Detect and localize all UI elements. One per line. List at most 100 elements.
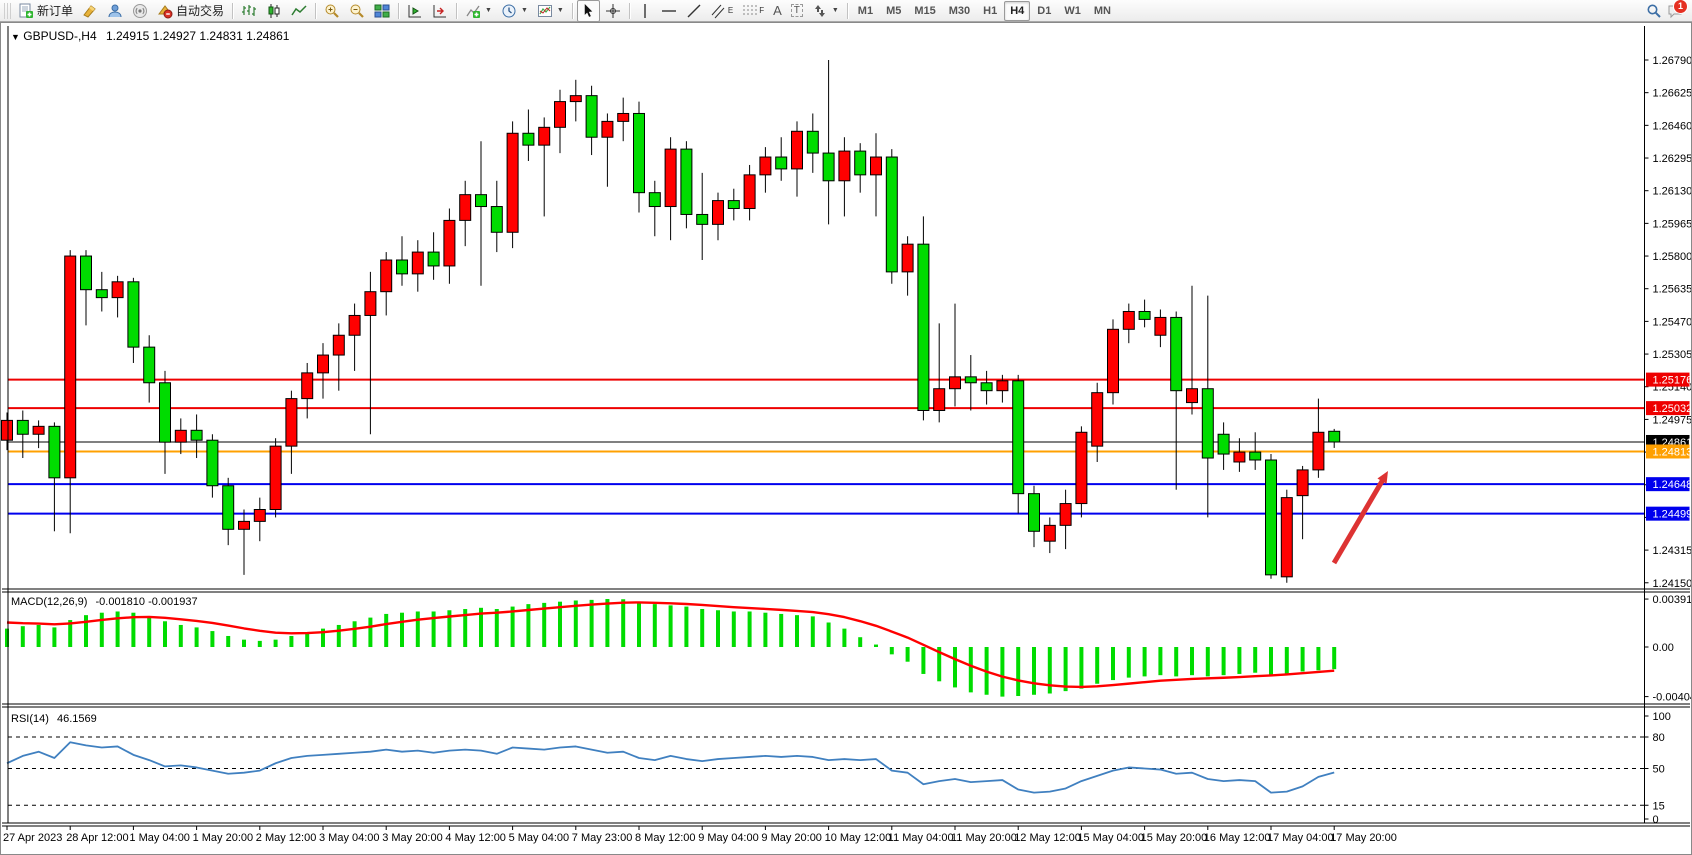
chevron-down-icon: ▼ (521, 7, 528, 14)
time-axis-label: 11 May 20:00 (951, 832, 1017, 844)
auto-trading-button[interactable]: 自动交易 (153, 0, 228, 22)
rsi-axis-label: 15 (1653, 800, 1665, 812)
time-axis-label: 3 May 20:00 (382, 832, 443, 844)
time-axis-label: 10 May 12:00 (825, 832, 892, 844)
macd-axis-label: -0.004049 (1653, 692, 1692, 704)
chart-wizard-button[interactable] (78, 0, 102, 22)
toolbar-grip[interactable] (4, 3, 11, 19)
price-tag: 1.25032 (1646, 401, 1691, 415)
crosshair-tool-button[interactable] (601, 0, 625, 22)
time-axis-label: 15 May 04:00 (1077, 832, 1144, 844)
price-axis-label: 1.25305 (1653, 349, 1692, 361)
macd-axis-label: 0.003914 (1653, 594, 1692, 606)
time-axis-label: 27 Apr 2023 (3, 832, 62, 844)
vertical-line-tool[interactable] (634, 0, 656, 22)
rsi-axis-label: 80 (1653, 732, 1665, 744)
line-chart-icon (291, 3, 307, 19)
arrows-tool[interactable]: ▼ (808, 0, 843, 22)
ohlc-values: 1.24915 1.24927 1.24831 1.24861 (106, 29, 290, 43)
price-tag-label: 1.24648 (1653, 479, 1692, 491)
zoom-out-button[interactable] (345, 0, 369, 22)
vertical-line-icon (638, 3, 652, 19)
time-axis-label: 9 May 04:00 (698, 832, 759, 844)
channel-tool[interactable]: E (707, 0, 737, 22)
text-label-tool[interactable]: T (787, 0, 807, 22)
price-tag: 1.24813 (1646, 444, 1691, 458)
auto-scroll-button[interactable] (403, 0, 427, 22)
candle (886, 149, 897, 284)
tf-m15[interactable]: M15 (908, 1, 941, 21)
zoom-in-icon (324, 3, 340, 19)
candle (918, 216, 929, 420)
templates-button[interactable]: ▼ (533, 0, 568, 22)
candle (1013, 375, 1024, 514)
tf-mn[interactable]: MN (1088, 1, 1117, 21)
trendline-tool[interactable] (682, 0, 706, 22)
auto-scroll-icon (407, 3, 423, 19)
tf-h4-active[interactable]: H4 (1004, 1, 1030, 21)
candle (1266, 454, 1277, 579)
tf-m30[interactable]: M30 (943, 1, 976, 21)
search-button[interactable] (1642, 0, 1666, 22)
fibonacci-icon (742, 3, 758, 19)
signal-button[interactable] (128, 0, 152, 22)
line-chart-button[interactable] (287, 0, 311, 22)
chart-window[interactable]: ▼ GBPUSD-,H4 1.24915 1.24927 1.24831 1.2… (0, 22, 1692, 855)
price-axis-label: 1.26460 (1653, 120, 1692, 132)
bar-chart-icon (241, 3, 257, 19)
tf-m5[interactable]: M5 (880, 1, 907, 21)
candlestick-chart-icon (266, 3, 282, 19)
notifications-button[interactable]: 1 (1667, 3, 1684, 19)
indicators-button[interactable]: ▼ (461, 0, 496, 22)
macd-axis-label: 0.00 (1653, 642, 1674, 654)
tile-windows-button[interactable] (370, 0, 394, 22)
wizard-hat-icon (82, 3, 98, 19)
zoom-out-icon (349, 3, 365, 19)
chart-shift-icon (432, 3, 448, 19)
time-axis-label: 17 May 04:00 (1267, 832, 1334, 844)
symbol-dropdown-icon[interactable]: ▼ (11, 32, 20, 42)
tf-d1[interactable]: D1 (1031, 1, 1057, 21)
tf-h1[interactable]: H1 (977, 1, 1003, 21)
zoom-in-button[interactable] (320, 0, 344, 22)
chart-canvas[interactable]: 1.267901.266251.264601.262951.261301.259… (1, 23, 1691, 854)
tf-m1[interactable]: M1 (852, 1, 879, 21)
price-axis-label: 1.26130 (1653, 186, 1692, 198)
chevron-down-icon: ▼ (832, 7, 839, 14)
bar-chart-button[interactable] (237, 0, 261, 22)
channel-letter: E (728, 6, 733, 15)
price-axis-label: 1.25635 (1653, 284, 1692, 296)
time-axis-label: 8 May 12:00 (635, 832, 696, 844)
candle (1281, 490, 1292, 583)
price-axis-label: 1.26295 (1653, 153, 1692, 165)
candle (1108, 319, 1119, 404)
chart-shift-button[interactable] (428, 0, 452, 22)
rsi-value: 46.1569 (57, 713, 97, 725)
candlestick-chart-button[interactable] (262, 0, 286, 22)
profile-icon (107, 3, 123, 19)
chevron-down-icon: ▼ (557, 7, 564, 14)
chart-title: ▼ GBPUSD-,H4 1.24915 1.24927 1.24831 1.2… (11, 29, 289, 43)
rsi-header: RSI(14) 46.1569 (11, 713, 97, 725)
horizontal-line-tool[interactable] (657, 0, 681, 22)
time-axis-label: 17 May 20:00 (1330, 832, 1397, 844)
channel-icon (711, 3, 727, 19)
text-tool[interactable]: A (769, 0, 786, 22)
fibonacci-tool[interactable]: F (738, 0, 768, 22)
trendline-icon (686, 3, 702, 19)
tf-w1[interactable]: W1 (1058, 1, 1087, 21)
time-axis-label: 16 May 12:00 (1204, 832, 1271, 844)
rsi-axis-label: 50 (1653, 764, 1665, 776)
toolbar-separator (315, 3, 316, 19)
auto-trading-icon (157, 3, 173, 19)
candle (507, 121, 518, 248)
rsi-axis-label: 100 (1653, 711, 1671, 723)
new-order-button[interactable]: 新订单 (14, 0, 77, 22)
macd-values: -0.001810 -0.001937 (95, 596, 197, 608)
tile-windows-icon (374, 3, 390, 19)
periods-button[interactable]: ▼ (497, 0, 532, 22)
cursor-tool-button[interactable] (577, 0, 600, 22)
time-axis-label: 4 May 12:00 (445, 832, 506, 844)
horizontal-line-icon (661, 3, 677, 19)
profile-button[interactable] (103, 0, 127, 22)
